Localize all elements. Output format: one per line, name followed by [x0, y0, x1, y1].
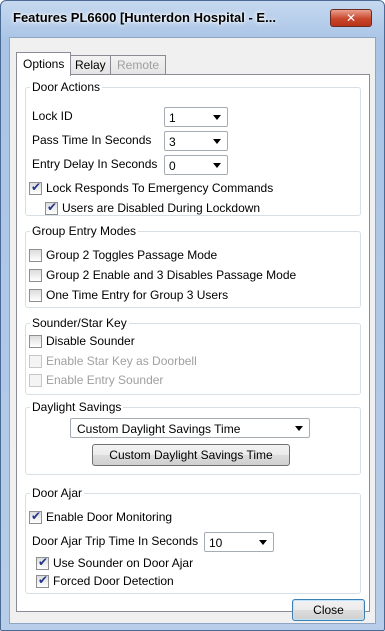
group-entry-modes-heading: Group Entry Modes	[30, 224, 139, 238]
tab-options[interactable]: Options	[16, 52, 72, 76]
sounder-door-ajar-checkbox[interactable]	[36, 555, 49, 570]
chevron-down-icon	[259, 540, 267, 545]
title-bar[interactable]: Features PL6600 [Hunterdon Hospital - E.…	[1, 1, 384, 35]
entry-delay-label: Entry Delay In Seconds	[32, 157, 158, 171]
forced-door-detection-label[interactable]: Forced Door Detection	[53, 574, 174, 588]
emergency-commands-checkbox[interactable]	[29, 180, 42, 195]
sounder-star-key-group: Sounder/Star Key Disable Sounder Enable …	[25, 316, 361, 395]
group2-toggles-label[interactable]: Group 2 Toggles Passage Mode	[46, 248, 217, 262]
trip-time-value: 10	[209, 536, 223, 550]
emergency-commands-label[interactable]: Lock Responds To Emergency Commands	[46, 181, 273, 195]
chevron-down-icon	[213, 139, 221, 144]
lockdown-users-label[interactable]: Users are Disabled During Lockdown	[62, 201, 260, 215]
disable-sounder-checkbox[interactable]	[29, 335, 42, 348]
tab-relay[interactable]: Relay	[68, 55, 113, 75]
close-icon: ✕	[345, 11, 357, 25]
door-actions-group: Door Actions Lock ID 1 Pass Time In Seco…	[25, 80, 361, 216]
door-monitoring-checkbox[interactable]	[29, 509, 42, 524]
chevron-down-icon	[213, 115, 221, 120]
group2-enable-3-disables-checkbox[interactable]	[29, 269, 42, 282]
sounder-star-key-heading: Sounder/Star Key	[30, 316, 129, 330]
entry-sounder-checkbox	[29, 374, 42, 387]
daylight-savings-value: Custom Daylight Savings Time	[77, 422, 241, 436]
window-title: Features PL6600 [Hunterdon Hospital - E.…	[13, 10, 276, 25]
daylight-savings-select[interactable]: Custom Daylight Savings Time	[70, 418, 310, 438]
disable-sounder-label[interactable]: Disable Sounder	[46, 334, 135, 348]
one-time-entry-label[interactable]: One Time Entry for Group 3 Users	[46, 288, 228, 302]
forced-door-detection-checkbox[interactable]	[36, 573, 49, 588]
chevron-down-icon	[295, 426, 303, 431]
trip-time-select[interactable]: 10	[204, 532, 274, 552]
daylight-savings-heading: Daylight Savings	[30, 400, 124, 414]
entry-delay-value: 0	[169, 159, 176, 173]
star-key-doorbell-checkbox	[29, 355, 42, 368]
tab-remote: Remote	[110, 55, 167, 75]
trip-time-label: Door Ajar Trip Time In Seconds	[32, 534, 199, 548]
group2-toggles-checkbox[interactable]	[29, 249, 42, 262]
door-ajar-group: Door Ajar Enable Door Monitoring Door Aj…	[25, 486, 361, 594]
entry-delay-select[interactable]: 0	[164, 155, 228, 175]
features-dialog: Features PL6600 [Hunterdon Hospital - E.…	[0, 0, 385, 631]
star-key-doorbell-label: Enable Star Key as Doorbell	[46, 354, 197, 368]
dialog-client-area: Options Relay Remote Door Actions Lock I…	[9, 37, 376, 624]
window-close-button[interactable]: ✕	[330, 9, 372, 27]
options-tab-panel: Door Actions Lock ID 1 Pass Time In Seco…	[16, 74, 370, 612]
lockdown-users-checkbox[interactable]	[45, 200, 58, 215]
door-ajar-heading: Door Ajar	[30, 486, 85, 500]
door-monitoring-label[interactable]: Enable Door Monitoring	[46, 510, 172, 524]
group2-enable-3-disables-label[interactable]: Group 2 Enable and 3 Disables Passage Mo…	[46, 268, 296, 282]
pass-time-value: 3	[169, 135, 176, 149]
chevron-down-icon	[213, 163, 221, 168]
lock-id-select[interactable]: 1	[164, 107, 228, 127]
daylight-savings-group: Daylight Savings Custom Daylight Savings…	[25, 400, 361, 475]
door-actions-heading: Door Actions	[30, 80, 103, 94]
group-entry-modes-group: Group Entry Modes Group 2 Toggles Passag…	[25, 224, 361, 308]
sounder-door-ajar-label[interactable]: Use Sounder on Door Ajar	[53, 556, 193, 570]
lock-id-value: 1	[169, 111, 176, 125]
pass-time-label: Pass Time In Seconds	[32, 133, 152, 147]
close-button[interactable]: Close	[292, 599, 365, 621]
entry-sounder-label: Enable Entry Sounder	[46, 373, 164, 387]
lock-id-label: Lock ID	[32, 109, 73, 123]
pass-time-select[interactable]: 3	[164, 131, 228, 151]
custom-daylight-savings-button[interactable]: Custom Daylight Savings Time	[92, 444, 290, 466]
one-time-entry-checkbox[interactable]	[29, 289, 42, 302]
